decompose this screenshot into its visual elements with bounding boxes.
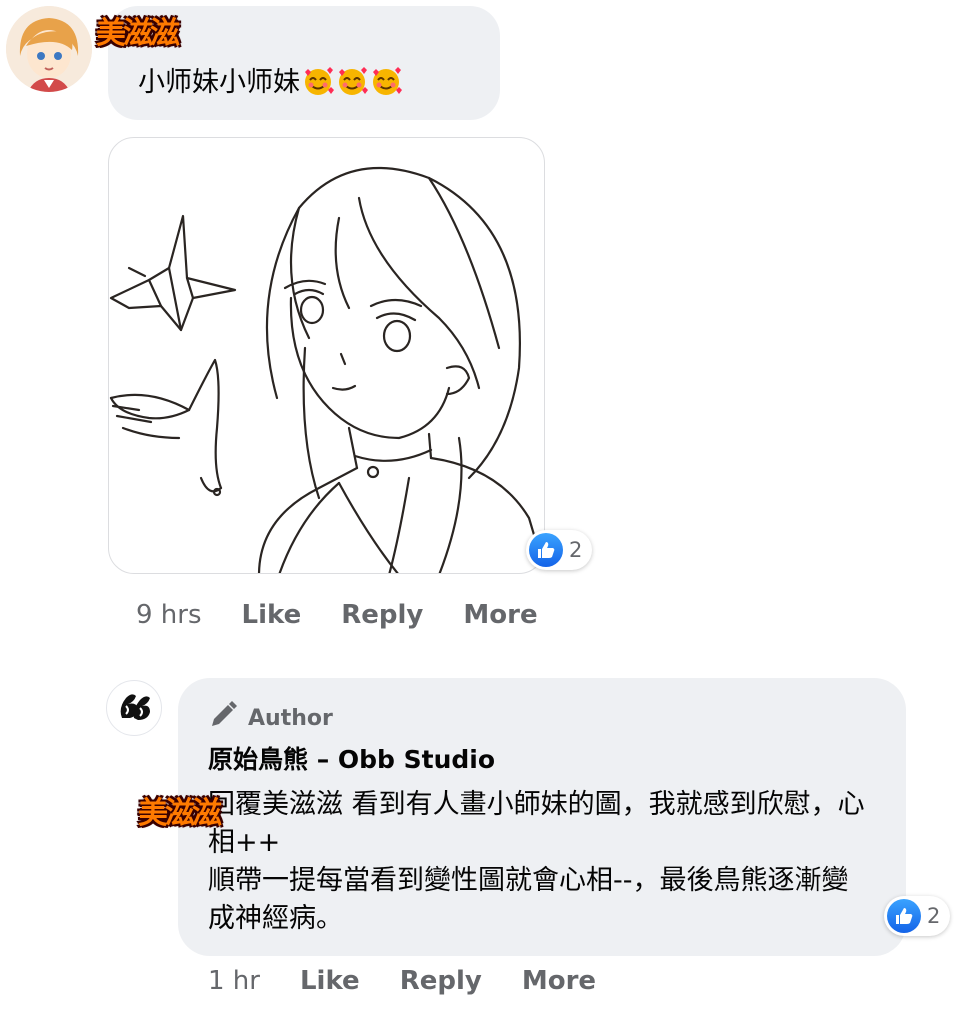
reply-comment-text: 回覆美滋滋 看到有人畫小師妹的圖，我就感到欣慰，心相++ 順帶一提每當看到變性圖…	[208, 789, 865, 934]
commenter-name-sticker[interactable]: 美滋滋	[96, 8, 180, 52]
mentioned-name-sticker[interactable]: 美滋滋	[138, 788, 222, 832]
reply-reaction-summary[interactable]: 2	[884, 896, 951, 936]
comment-timestamp[interactable]: 9 hrs	[136, 600, 202, 630]
smiling-face-with-hearts-icon	[336, 66, 368, 96]
smiling-face-with-hearts-icon	[370, 66, 402, 96]
reply-button[interactable]: Reply	[400, 966, 482, 996]
author-avatar[interactable]	[106, 680, 162, 736]
smiling-face-with-hearts-icon	[302, 66, 334, 96]
like-button[interactable]: Like	[242, 600, 302, 630]
author-badge-label: Author	[248, 705, 333, 731]
comment-text: 小师妹小师妹	[138, 66, 402, 100]
pencil-icon	[208, 700, 238, 736]
comment-text-content: 小师妹小师妹	[138, 67, 300, 98]
like-icon	[529, 533, 563, 567]
reply-button[interactable]: Reply	[341, 600, 423, 630]
obb-studio-logo-icon	[120, 694, 150, 720]
avatar[interactable]	[6, 6, 92, 92]
reaction-summary[interactable]: 2	[526, 530, 593, 570]
reply-comment-bubble[interactable]: Author 原始鳥熊 – Obb Studio 回覆美滋滋 看到有人畫小師妹的…	[178, 678, 906, 956]
comment-actions: 9 hrs Like Reply More	[136, 600, 538, 630]
reply-comment-actions: 1 hr Like Reply More	[208, 966, 596, 996]
anime-girl-with-paper-crane-drawing-icon	[109, 166, 544, 573]
like-button[interactable]: Like	[300, 966, 360, 996]
author-badge: Author	[208, 700, 333, 736]
comment-timestamp[interactable]: 1 hr	[208, 966, 260, 996]
more-button[interactable]: More	[522, 966, 596, 996]
author-name[interactable]: 原始鳥熊 – Obb Studio	[208, 740, 495, 776]
reaction-count: 2	[569, 538, 583, 562]
comment-image[interactable]	[108, 137, 545, 574]
reaction-count: 2	[927, 904, 941, 928]
like-icon	[887, 899, 921, 933]
more-button[interactable]: More	[463, 600, 537, 630]
